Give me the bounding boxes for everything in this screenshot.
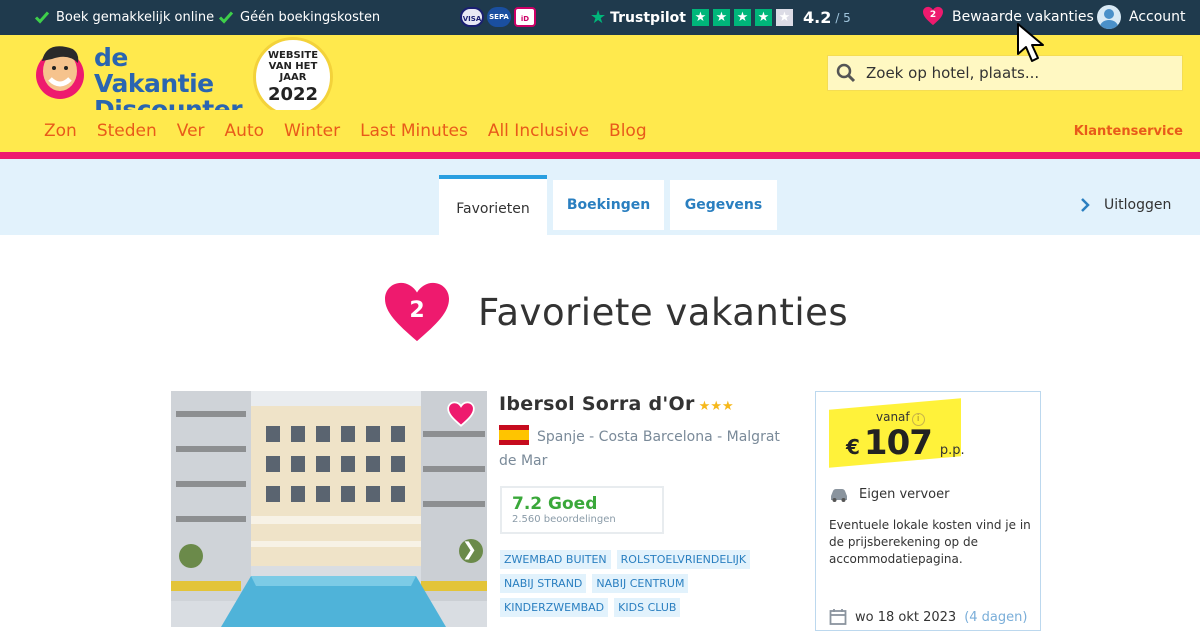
nav-item-ver[interactable]: Ver [177, 121, 205, 141]
award-badge: WEBSITE VAN HET JAAR 2022 [253, 37, 333, 117]
tab-favorieten[interactable]: Favorieten [439, 175, 547, 235]
calendar-icon [829, 609, 847, 625]
trustpilot-rating[interactable]: ★ Trustpilot ★ ★ ★ ★ ★ 4.2 / 5 [590, 7, 851, 28]
facility-tag: ZWEMBAD BUITEN [500, 550, 611, 569]
location-text: Spanje - Costa Barcelona - Malgrat de Ma… [499, 429, 780, 469]
saved-holidays-link[interactable]: 2 Bewaarde vakanties [922, 6, 1094, 28]
rating-star-icon: ★ [754, 9, 772, 26]
price-box[interactable]: vanaf i € 107 p.p. Eigen vervoer Eventuel… [815, 391, 1041, 631]
heart-icon: 2 [382, 280, 452, 344]
payment-icons: VISA SEPA iD [460, 7, 536, 27]
logout-link[interactable]: Uitloggen [1080, 197, 1171, 213]
account-label: Account [1129, 9, 1186, 25]
trustpilot-star-icon: ★ [590, 7, 607, 28]
heart-icon: 2 [922, 6, 944, 28]
sepa-icon: SEPA [487, 7, 511, 27]
spain-flag-icon [499, 425, 529, 445]
price-per-person: p.p. [939, 443, 965, 458]
logout-label: Uitloggen [1104, 197, 1172, 213]
trustpilot-score: 4.2 [802, 8, 832, 27]
check-icon [218, 11, 234, 24]
tab-boekingen[interactable]: Boekingen [553, 180, 664, 230]
ideal-icon: iD [514, 7, 536, 27]
trustpilot-label: Trustpilot [610, 9, 686, 26]
facility-tag: KIDS CLUB [614, 598, 681, 617]
usp-item: Géén boekingskosten [218, 9, 380, 25]
hotel-name-text: Ibersol Sorra d'Or [499, 393, 695, 415]
facility-tag: KINDERZWEMBAD [500, 598, 609, 617]
usp-text: Boek gemakkelijk online [56, 9, 215, 25]
price-currency: € [846, 435, 860, 459]
favorites-count: 2 [929, 10, 937, 20]
tab-gegevens[interactable]: Gegevens [670, 180, 777, 230]
page-heading: 2 Favoriete vakanties [382, 280, 848, 344]
nav-item-last-minutes[interactable]: Last Minutes [360, 121, 468, 141]
local-costs-note: Eventuele lokale kosten vind je in de pr… [829, 518, 1031, 566]
date-text: wo 18 okt 2023 [855, 609, 957, 625]
hotel-image [171, 391, 487, 627]
account-link[interactable]: Account [1097, 5, 1186, 29]
nav-item-auto[interactable]: Auto [225, 121, 264, 141]
facility-tag: NABIJ STRAND [500, 574, 587, 593]
divider [0, 152, 1200, 159]
rating-score: 7.2 Goed [512, 494, 598, 514]
award-text: WEBSITE VAN HET JAAR [267, 50, 319, 83]
review-rating: 7.2 Goed 2.560 beoordelingen [500, 486, 664, 534]
mouse-cursor-icon [1017, 23, 1044, 62]
trustpilot-max: / 5 [835, 10, 851, 25]
avatar-icon [1097, 5, 1121, 29]
nav-item-blog[interactable]: Blog [609, 121, 647, 141]
hotel-stars-icon: ★★★ [698, 399, 734, 414]
favorites-count: 2 [409, 298, 425, 323]
hotel-location: Spanje - Costa Barcelona - Malgrat de Ma… [499, 425, 799, 473]
facility-tag: ROLSTOELVRIENDELIJK [616, 550, 751, 569]
logo[interactable]: de Vakantie Discounter [32, 41, 243, 123]
nav-item-winter[interactable]: Winter [284, 121, 340, 141]
hotel-photo[interactable]: ❯ [171, 391, 487, 627]
price-from-label: vanaf [876, 410, 910, 424]
hotel-name[interactable]: Ibersol Sorra d'Or ★★★ [499, 393, 734, 415]
page-title: Favoriete vakanties [478, 290, 849, 334]
logo-line1: de Vakantie [94, 43, 214, 98]
account-tabs-bar: Favorieten Boekingen Gegevens Uitloggen [0, 159, 1200, 235]
rating-star-icon: ★ [712, 9, 730, 26]
facility-tags: ZWEMBAD BUITEN ROLSTOELVRIENDELIJK NABIJ… [500, 550, 790, 617]
chevron-right-icon [1081, 198, 1090, 212]
card-payment-icon: VISA [460, 7, 484, 27]
price-amount: 107 [863, 423, 933, 463]
rating-star-empty-icon: ★ [775, 9, 793, 26]
search-bar[interactable] [827, 55, 1183, 91]
nav-item-zon[interactable]: Zon [44, 121, 77, 141]
transport: Eigen vervoer [829, 487, 949, 502]
nav-item-steden[interactable]: Steden [97, 121, 157, 141]
travel-date: wo 18 okt 2023 (4 dagen) [829, 608, 1027, 626]
usp-item: Boek gemakkelijk online [34, 9, 214, 25]
next-photo-icon[interactable]: ❯ [462, 539, 477, 560]
price: € 107 p.p. [846, 423, 965, 463]
duration-text: (4 dagen) [964, 609, 1028, 625]
transport-label: Eigen vervoer [859, 487, 950, 502]
favorite-heart-icon[interactable] [447, 401, 475, 427]
award-year: 2022 [267, 84, 319, 105]
main-nav: Zon Steden Ver Auto Winter Last Minutes … [0, 110, 1200, 152]
customer-service-link[interactable]: Klantenservice [1074, 124, 1183, 139]
rating-star-icon: ★ [733, 9, 751, 26]
car-icon [831, 488, 847, 502]
review-count: 2.560 beoordelingen [512, 514, 616, 525]
usp-text: Géén boekingskosten [240, 9, 381, 25]
search-icon [836, 63, 856, 83]
rating-star-icon: ★ [691, 9, 709, 26]
facility-tag: NABIJ CENTRUM [592, 574, 689, 593]
nav-item-all-inclusive[interactable]: All Inclusive [488, 121, 589, 141]
search-input[interactable] [866, 64, 1166, 82]
mascot-icon [36, 46, 84, 99]
check-icon [34, 11, 50, 24]
